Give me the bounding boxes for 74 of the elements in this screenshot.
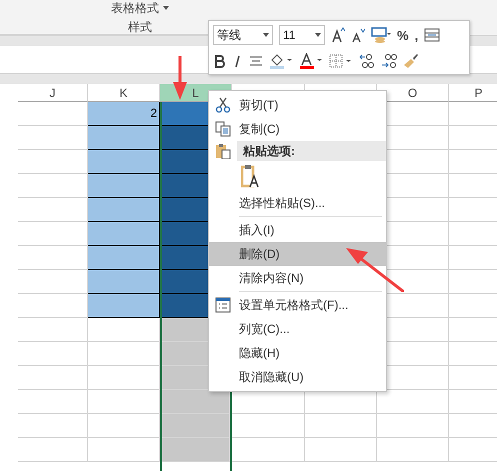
table-cell (88, 438, 160, 462)
menu-item[interactable]: 选择性粘贴(S)... (209, 191, 386, 215)
bold-icon[interactable] (213, 54, 225, 68)
table-cell (88, 198, 160, 222)
wrap-icon[interactable] (424, 28, 440, 42)
clipboard-icon (215, 143, 231, 159)
menu-item[interactable]: 取消隐藏(U) (209, 365, 386, 389)
table-cell (305, 414, 377, 438)
column-header[interactable]: K (88, 84, 160, 102)
table-cell (88, 174, 160, 198)
table-cell (88, 222, 160, 246)
table-cell (377, 438, 449, 462)
table-cell (18, 390, 88, 414)
font-field[interactable]: 等线 (213, 25, 273, 45)
table-cell (88, 390, 160, 414)
menu-section-header: 粘贴选项: (237, 141, 386, 161)
format-cells-icon (215, 297, 231, 313)
menu-item[interactable]: 列宽(C)... (209, 317, 386, 341)
arrow-annotation (172, 56, 188, 100)
font-size-field[interactable]: 11 (279, 25, 325, 45)
table-cell (162, 414, 230, 438)
table-cell (18, 414, 88, 438)
currency-icon[interactable] (371, 27, 391, 43)
table-cell (88, 366, 160, 390)
menu-item[interactable]: 隐藏(H) (209, 341, 386, 365)
table-cell (18, 198, 88, 222)
table-cell (18, 126, 88, 150)
format-painter-icon[interactable] (403, 52, 419, 68)
table-cell (88, 246, 160, 270)
table-cell (88, 342, 160, 366)
table-cell (88, 414, 160, 438)
table-cell (18, 270, 88, 294)
menu-item[interactable]: 设置单元格格式(F)... (209, 293, 386, 317)
table-cell (88, 150, 160, 174)
menu-item[interactable]: 清除内容(N) (209, 266, 386, 290)
copy-icon (215, 121, 231, 137)
percent-button[interactable]: % (397, 28, 409, 42)
table-cell (18, 222, 88, 246)
borders-icon[interactable] (329, 54, 353, 68)
increase-decimal-icon[interactable] (359, 52, 375, 68)
table-cell (18, 102, 88, 126)
table-cell (162, 438, 230, 462)
caret-icon (163, 6, 169, 10)
table-cell (88, 318, 160, 342)
column-header[interactable]: J (18, 84, 88, 102)
table-cell (18, 174, 88, 198)
decrease-decimal-icon[interactable] (381, 52, 397, 68)
group-label: 样式 (128, 20, 152, 34)
table-cell (18, 366, 88, 390)
font-color-icon[interactable] (299, 52, 323, 68)
table-cell (88, 294, 160, 318)
fill-color-icon[interactable] (269, 52, 293, 68)
grow-font-icon[interactable] (331, 27, 345, 43)
table-cell: 2 (88, 102, 160, 126)
table-cell (377, 414, 449, 438)
table-cell (18, 246, 88, 270)
menu-item[interactable]: 复制(C) (209, 117, 386, 141)
arrow-annotation (346, 246, 404, 292)
table-cell (18, 150, 88, 174)
align-center-icon[interactable] (249, 54, 263, 66)
comma-button[interactable]: , (414, 28, 418, 42)
table-cell (88, 126, 160, 150)
table-cell (18, 342, 88, 366)
menu-item[interactable]: 插入(I) (209, 218, 386, 242)
paste-values-icon[interactable] (241, 164, 261, 188)
table-cell (88, 270, 160, 294)
format-as-table-button[interactable]: 表格格式 (111, 1, 169, 15)
table-cell (18, 438, 88, 462)
table-cell (305, 438, 377, 462)
menu-item[interactable]: 删除(D) (209, 242, 386, 266)
table-cell (18, 318, 88, 342)
table-cell (18, 294, 88, 318)
shrink-font-icon[interactable] (351, 27, 365, 43)
scissors-icon (215, 97, 231, 113)
